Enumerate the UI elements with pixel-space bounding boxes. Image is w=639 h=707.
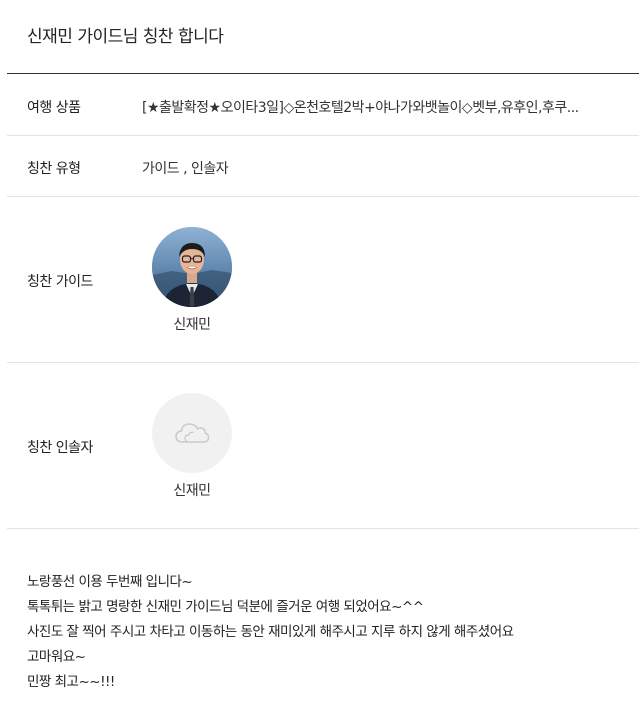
guide-label: 칭찬 가이드 bbox=[27, 274, 93, 290]
row-divider bbox=[7, 528, 639, 529]
review-line: 톡톡튀는 밝고 명랑한 신재민 가이드님 덕분에 즐거운 여행 되었어요~^^ bbox=[27, 599, 424, 615]
leader-label: 칭찬 인솔자 bbox=[27, 440, 93, 456]
product-label: 여행 상품 bbox=[27, 100, 81, 116]
review-line: 사진도 잘 찍어 주시고 차타고 이동하는 동안 재미있게 해주시고 지루 하지… bbox=[27, 624, 514, 640]
page-title: 신재민 가이드님 칭찬 합니다 bbox=[27, 27, 224, 47]
row-divider bbox=[7, 196, 639, 197]
leader-name: 신재민 bbox=[173, 483, 211, 499]
guide-name: 신재민 bbox=[173, 317, 211, 333]
review-line: 고마워요~ bbox=[27, 649, 86, 665]
guide-photo-icon bbox=[152, 227, 232, 307]
review-line: 노랑풍선 이용 두번째 입니다~ bbox=[27, 574, 193, 590]
row-divider bbox=[7, 362, 639, 363]
type-value: 가이드 , 인솔자 bbox=[142, 161, 229, 177]
leader-avatar bbox=[152, 393, 232, 473]
type-label: 칭찬 유형 bbox=[27, 161, 81, 177]
product-value[interactable]: [★출발확정★오이타3일]◇온천호텔2박+야나가와뱃놀이◇벳부,유후인,후쿠..… bbox=[142, 97, 632, 117]
cloud-placeholder-icon bbox=[175, 423, 210, 443]
row-divider bbox=[7, 135, 639, 136]
guide-avatar bbox=[152, 227, 232, 307]
review-content: 노랑풍선 이용 두번째 입니다~ 톡톡튀는 밝고 명랑한 신재민 가이드님 덕분… bbox=[27, 570, 514, 695]
review-line: 민짱 최고~~!!! bbox=[27, 674, 115, 690]
title-divider bbox=[7, 73, 639, 74]
